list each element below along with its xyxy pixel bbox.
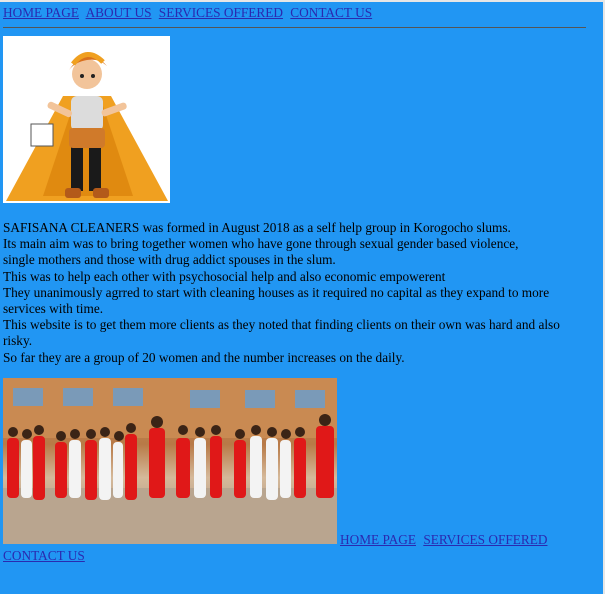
about-line: This was to help each other with psychos… — [3, 268, 446, 284]
group-photo-2 — [170, 378, 337, 544]
page: HOME PAGE ABOUT US SERVICES OFFERED CONT… — [0, 0, 605, 594]
nav-home-link[interactable]: HOME PAGE — [3, 5, 79, 20]
about-text: SAFISANA CLEANERS was formed in August 2… — [3, 220, 573, 366]
about-line: Its main aim was to bring together women… — [3, 236, 519, 252]
about-line: They unanimously agrred to start with cl… — [3, 284, 550, 317]
bottom-nav-continued: CONTACT US — [3, 547, 85, 564]
about-line: SAFISANA CLEANERS was formed in August 2… — [3, 220, 511, 235]
nav-about-link[interactable]: ABOUT US — [86, 5, 152, 20]
top-nav: HOME PAGE ABOUT US SERVICES OFFERED CONT… — [3, 4, 376, 21]
about-line: So far they are a group of 20 women and … — [3, 349, 405, 365]
about-line: This website is to get them more clients… — [3, 317, 560, 349]
group-photos — [3, 378, 337, 544]
bottom-nav: HOME PAGE SERVICES OFFERED — [340, 531, 551, 548]
divider — [3, 27, 586, 28]
group-photo-1 — [3, 378, 170, 544]
about-line: single mothers and those with drug addic… — [3, 252, 336, 268]
nav-services-link[interactable]: SERVICES OFFERED — [159, 5, 283, 20]
footer-contact-link[interactable]: CONTACT US — [3, 548, 85, 563]
footer-home-link[interactable]: HOME PAGE — [340, 532, 416, 547]
footer-services-link[interactable]: SERVICES OFFERED — [423, 532, 547, 547]
nav-contact-link[interactable]: CONTACT US — [290, 5, 372, 20]
cleaner-logo-image — [3, 36, 170, 203]
